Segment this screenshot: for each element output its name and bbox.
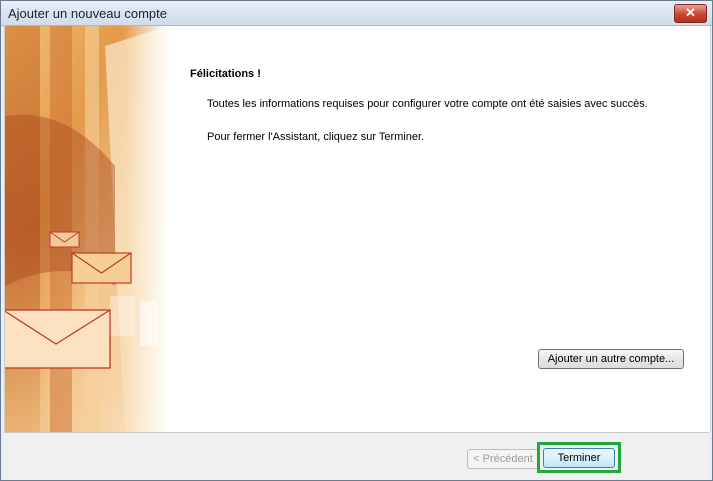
previous-button[interactable]: < Précédent bbox=[467, 449, 539, 469]
congratulations-heading: Félicitations ! bbox=[190, 68, 261, 80]
wizard-content: Félicitations ! Toutes les informations … bbox=[4, 26, 711, 432]
envelope-icon bbox=[71, 252, 132, 284]
add-another-account-button[interactable]: Ajouter un autre compte... bbox=[538, 349, 684, 369]
banner-artwork bbox=[5, 26, 168, 432]
success-message: Toutes les informations requises pour co… bbox=[207, 98, 648, 110]
title-bar[interactable]: Ajouter un nouveau compte ✕ bbox=[1, 1, 712, 26]
finish-button[interactable]: Terminer bbox=[543, 448, 615, 468]
envelope-icon bbox=[49, 231, 80, 248]
window-title: Ajouter un nouveau compte bbox=[8, 6, 167, 21]
finish-highlight: Terminer bbox=[537, 442, 621, 473]
decorative-banner bbox=[5, 26, 168, 432]
envelope-icon bbox=[5, 309, 111, 369]
add-account-dialog: Ajouter un nouveau compte ✕ Félicitation… bbox=[0, 0, 713, 481]
close-instruction: Pour fermer l'Assistant, cliquez sur Ter… bbox=[207, 131, 425, 143]
close-icon: ✕ bbox=[685, 5, 696, 20]
close-button[interactable]: ✕ bbox=[674, 4, 707, 23]
wizard-footer: < Précédent Terminer bbox=[4, 432, 709, 479]
